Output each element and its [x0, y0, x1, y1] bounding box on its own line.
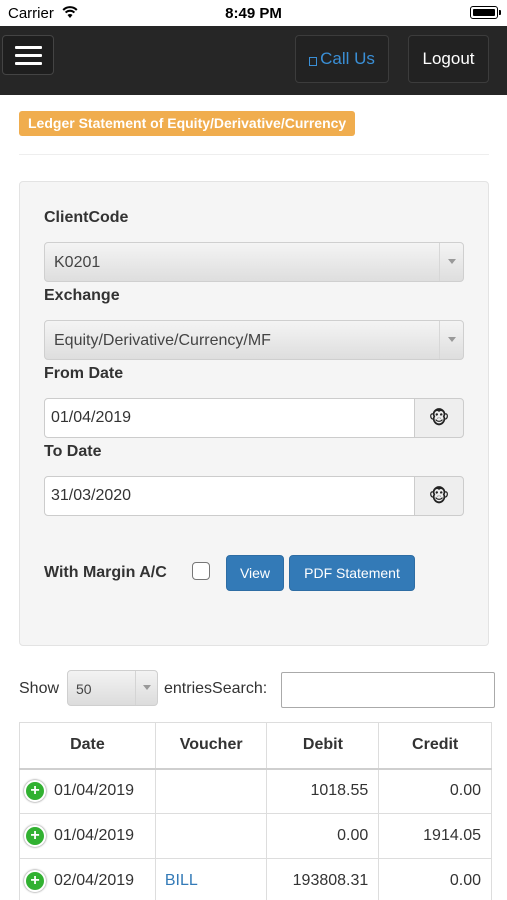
- search-input[interactable]: [281, 672, 495, 708]
- date-cell: +01/04/2019: [19, 813, 156, 859]
- debit-cell: 0.00: [266, 813, 380, 859]
- client-code-select[interactable]: K0201: [44, 242, 464, 282]
- call-us-label: Call Us: [320, 49, 375, 68]
- date-value: 01/04/2019: [54, 827, 135, 845]
- menu-bar-icon: [15, 54, 42, 57]
- to-date-label: To Date: [44, 443, 102, 460]
- from-date-group: 01/04/2019 🐵: [44, 398, 464, 438]
- credit-cell: 1914.05: [378, 813, 492, 859]
- exchange-select[interactable]: Equity/Derivative/Currency/MF: [44, 320, 464, 360]
- navbar: Call Us Logout: [0, 26, 507, 95]
- table-header-row: Date Voucher Debit Credit: [19, 722, 492, 770]
- chevron-down-icon: [135, 671, 157, 705]
- table-row: +01/04/2019 0.00 1914.05: [19, 813, 492, 859]
- column-header-voucher[interactable]: Voucher: [154, 722, 268, 770]
- to-date-input[interactable]: 31/03/2020: [44, 476, 415, 516]
- expand-row-icon[interactable]: +: [24, 870, 46, 892]
- voucher-cell: [154, 768, 268, 814]
- expand-row-icon[interactable]: +: [24, 780, 46, 803]
- margin-checkbox[interactable]: [192, 562, 210, 580]
- client-code-value: K0201: [54, 254, 101, 271]
- status-bar: Carrier 8:49 PM: [0, 0, 507, 26]
- date-cell: +01/04/2019: [19, 768, 156, 814]
- calendar-icon[interactable]: 🐵: [414, 476, 464, 516]
- date-value: 02/04/2019: [54, 872, 135, 890]
- chevron-down-icon: [439, 321, 463, 359]
- voucher-cell: [154, 813, 268, 859]
- show-label: Show: [19, 680, 60, 697]
- credit-cell: 0.00: [378, 858, 492, 900]
- margin-label: With Margin A/C: [44, 564, 167, 581]
- clock: 8:49 PM: [225, 5, 282, 22]
- page-title: Ledger Statement of Equity/Derivative/Cu…: [19, 111, 356, 136]
- hamburger-menu-button[interactable]: [2, 35, 54, 75]
- menu-bar-icon: [15, 62, 42, 65]
- chevron-down-icon: [439, 243, 463, 281]
- ledger-table: Date Voucher Debit Credit +01/04/2019 10…: [19, 722, 492, 900]
- menu-bar-icon: [15, 46, 42, 49]
- voucher-link[interactable]: [156, 827, 165, 844]
- voucher-cell: BILL: [154, 858, 268, 900]
- voucher-link[interactable]: BILL: [156, 872, 198, 889]
- column-header-credit[interactable]: Credit: [378, 722, 492, 770]
- voucher-link[interactable]: [156, 782, 165, 799]
- exchange-value: Equity/Derivative/Currency/MF: [54, 332, 271, 349]
- logout-button[interactable]: Logout: [408, 35, 489, 83]
- from-date-label: From Date: [44, 365, 124, 382]
- table-row: +01/04/2019 1018.55 0.00: [19, 768, 492, 814]
- date-cell: +02/04/2019: [19, 858, 156, 900]
- entries-search-label: entriesSearch:: [164, 680, 268, 697]
- page-length-value: 50: [76, 681, 92, 697]
- table-row: +02/04/2019 BILL 193808.31 0.00: [19, 858, 492, 900]
- divider: [19, 154, 489, 155]
- column-header-date[interactable]: Date: [19, 722, 156, 770]
- column-header-debit[interactable]: Debit: [266, 722, 380, 770]
- view-button[interactable]: View: [226, 555, 284, 591]
- client-code-label: ClientCode: [44, 209, 129, 226]
- exchange-label: Exchange: [44, 287, 120, 304]
- date-value: 01/04/2019: [54, 782, 135, 800]
- pdf-statement-button[interactable]: PDF Statement: [289, 555, 415, 591]
- page-length-select[interactable]: 50: [67, 670, 158, 706]
- credit-cell: 0.00: [378, 768, 492, 814]
- from-date-input[interactable]: 01/04/2019: [44, 398, 415, 438]
- phone-icon: [309, 56, 318, 66]
- debit-cell: 193808.31: [266, 858, 380, 900]
- battery-icon: [470, 6, 501, 19]
- to-date-group: 31/03/2020 🐵: [44, 476, 464, 516]
- calendar-icon[interactable]: 🐵: [414, 398, 464, 438]
- expand-row-icon[interactable]: +: [24, 825, 46, 847]
- debit-cell: 1018.55: [266, 768, 380, 814]
- call-us-button[interactable]: Call Us: [295, 35, 389, 83]
- filter-panel: ClientCode K0201 Exchange Equity/Derivat…: [19, 181, 489, 646]
